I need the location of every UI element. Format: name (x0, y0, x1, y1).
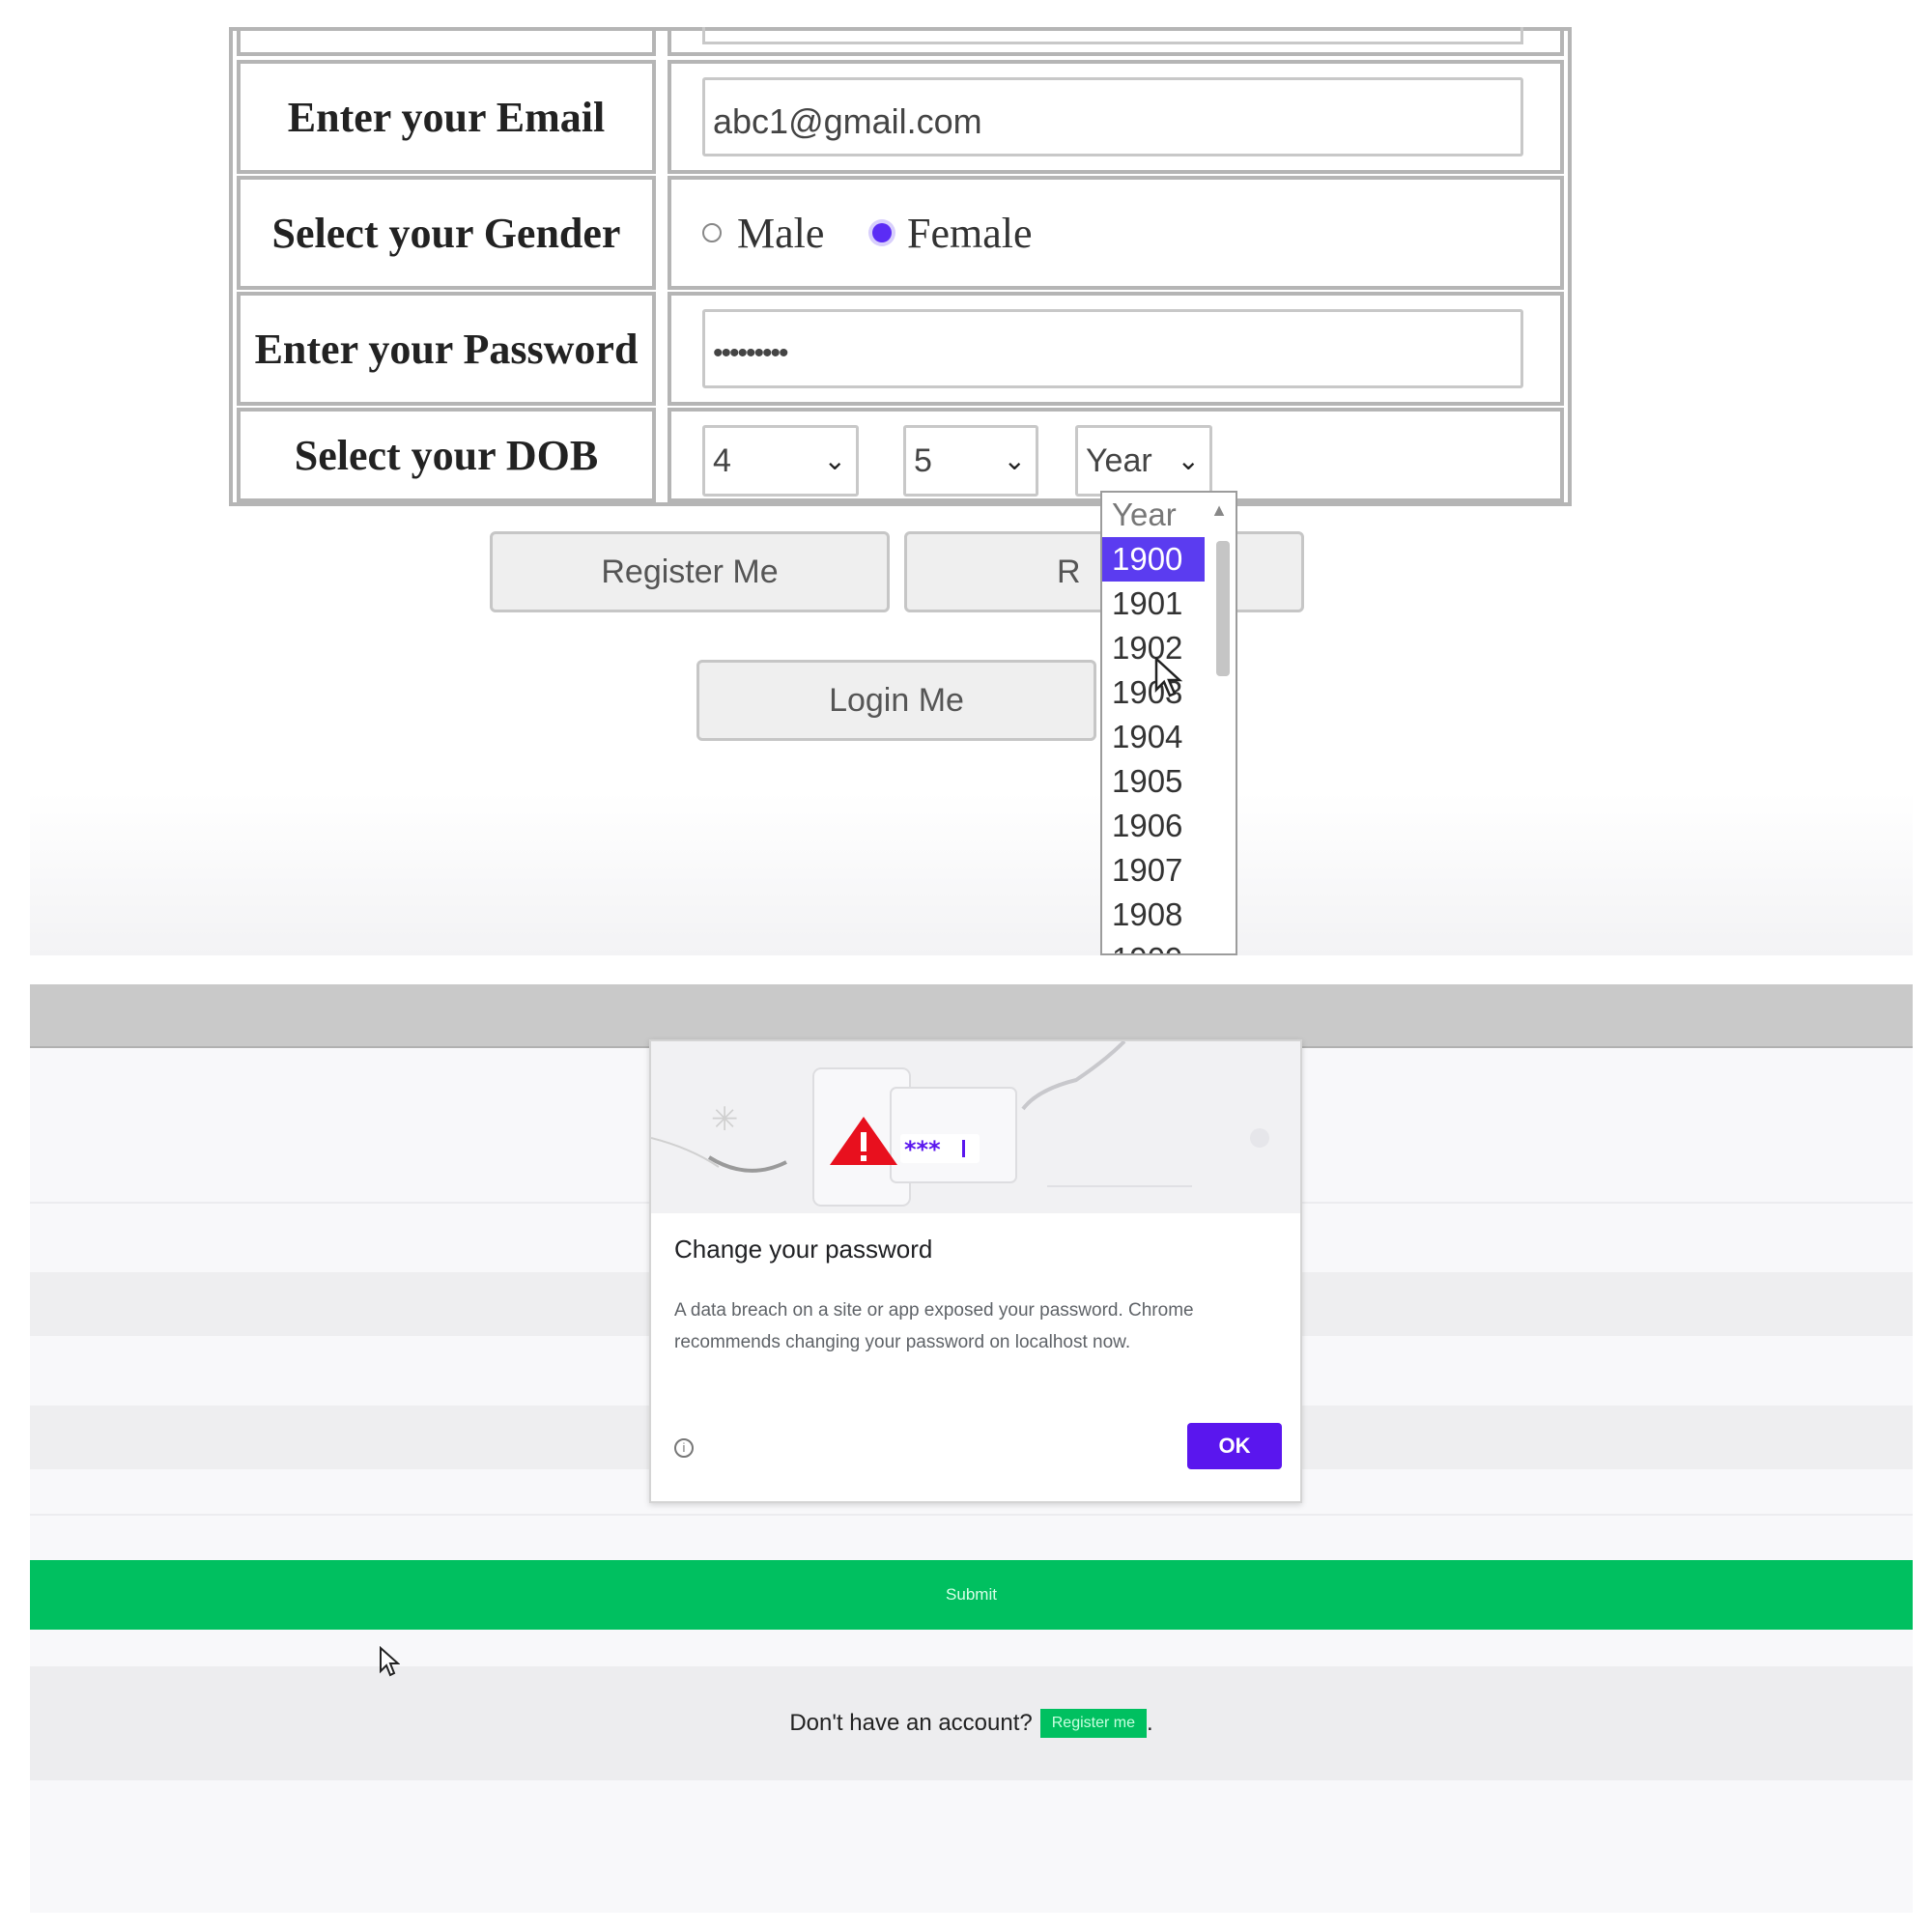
gender-label: Select your Gender (237, 176, 656, 290)
info-icon[interactable]: i (674, 1438, 694, 1458)
year-option[interactable]: 1907 (1102, 848, 1236, 893)
dob-label: Select your DOB (237, 408, 656, 502)
login-panel: Submit Don't have an account? Register m… (30, 984, 1913, 1913)
year-option[interactable]: 1905 (1102, 759, 1236, 804)
mouse-cursor-icon (1154, 657, 1183, 697)
masked-password-art: *** (904, 1136, 941, 1163)
dialog-body: A data breach on a site or app exposed y… (674, 1300, 1194, 1352)
table-row: Enter your Password ••••••••• (237, 292, 1564, 406)
month-select[interactable]: 5 ⌄ (903, 425, 1038, 497)
year-option[interactable]: 1908 (1102, 893, 1236, 937)
registration-panel: Enter your Email abc1@gmail.com Select y… (30, 0, 1913, 955)
dialog-illustration: ✳ *** (650, 1039, 1300, 1213)
value-cell: Male Female (668, 176, 1564, 290)
account-prompt-text: Don't have an account? (789, 1710, 1033, 1736)
year-option-highlighted[interactable]: 1900 (1102, 537, 1205, 582)
day-select-value: 4 (713, 442, 731, 479)
year-select-value: Year (1086, 442, 1152, 479)
gender-radio-female[interactable]: Female (872, 180, 1033, 286)
password-breach-dialog: ✳ *** Change your password A data breach… (649, 1039, 1302, 1503)
month-select-value: 5 (914, 442, 932, 479)
prompt-period: . (1147, 1710, 1153, 1736)
divider (30, 1514, 1913, 1516)
panel-separator (0, 955, 1932, 984)
label-cell (237, 27, 656, 56)
table-row: Select your DOB 4 ⌄ 5 ⌄ Year ⌄ (237, 408, 1564, 502)
value-cell (668, 27, 1564, 56)
value-cell: ••••••••• (668, 292, 1564, 406)
register-link[interactable]: Register me (1039, 1709, 1147, 1738)
chevron-down-icon: ⌄ (823, 445, 846, 475)
radio-unchecked-icon (702, 223, 722, 242)
mouse-cursor-icon (380, 1646, 400, 1677)
name-input[interactable] (702, 27, 1523, 44)
year-select[interactable]: Year ⌄ (1075, 425, 1212, 497)
year-dropdown-list: Year 1900 1901 1902 1903 1904 1905 1906 … (1100, 491, 1237, 955)
scroll-up-arrow-icon[interactable]: ▲ (1210, 500, 1228, 521)
table-row: Enter your Email abc1@gmail.com (237, 60, 1564, 174)
page-background (30, 792, 1913, 955)
register-button[interactable]: Register Me (490, 531, 890, 612)
table-row: Select your Gender Male Female (237, 176, 1564, 290)
radio-checked-icon (872, 223, 892, 242)
email-label: Enter your Email (237, 60, 656, 174)
account-prompt-row: Don't have an account? Register me . (30, 1666, 1913, 1780)
ok-button[interactable]: OK (1187, 1423, 1282, 1469)
submit-button[interactable]: Submit (30, 1560, 1913, 1630)
table-row (237, 27, 1564, 56)
day-select[interactable]: 4 ⌄ (702, 425, 859, 497)
chevron-down-icon: ⌄ (1177, 445, 1200, 475)
year-option[interactable]: 1909 (1102, 937, 1236, 953)
year-option[interactable]: 1906 (1102, 804, 1236, 848)
radio-label-male: Male (737, 209, 825, 257)
value-cell: 4 ⌄ 5 ⌄ Year ⌄ (668, 408, 1564, 502)
value-cell: abc1@gmail.com (668, 60, 1564, 174)
gender-radio-male[interactable]: Male (702, 180, 824, 286)
chevron-down-icon: ⌄ (1003, 445, 1026, 475)
year-option[interactable]: 1904 (1102, 715, 1236, 759)
breach-illustration-icon: ✳ *** (650, 1039, 1269, 1207)
email-field[interactable]: abc1@gmail.com (702, 77, 1523, 156)
login-button[interactable]: Login Me (696, 660, 1096, 741)
password-label: Enter your Password (237, 292, 656, 406)
registration-table: Enter your Email abc1@gmail.com Select y… (229, 27, 1572, 506)
password-field[interactable]: ••••••••• (702, 309, 1523, 388)
radio-label-female: Female (907, 209, 1033, 257)
dropdown-scrollbar[interactable] (1216, 541, 1230, 676)
dialog-title: Change your password (674, 1235, 933, 1264)
svg-text:✳: ✳ (711, 1100, 739, 1139)
